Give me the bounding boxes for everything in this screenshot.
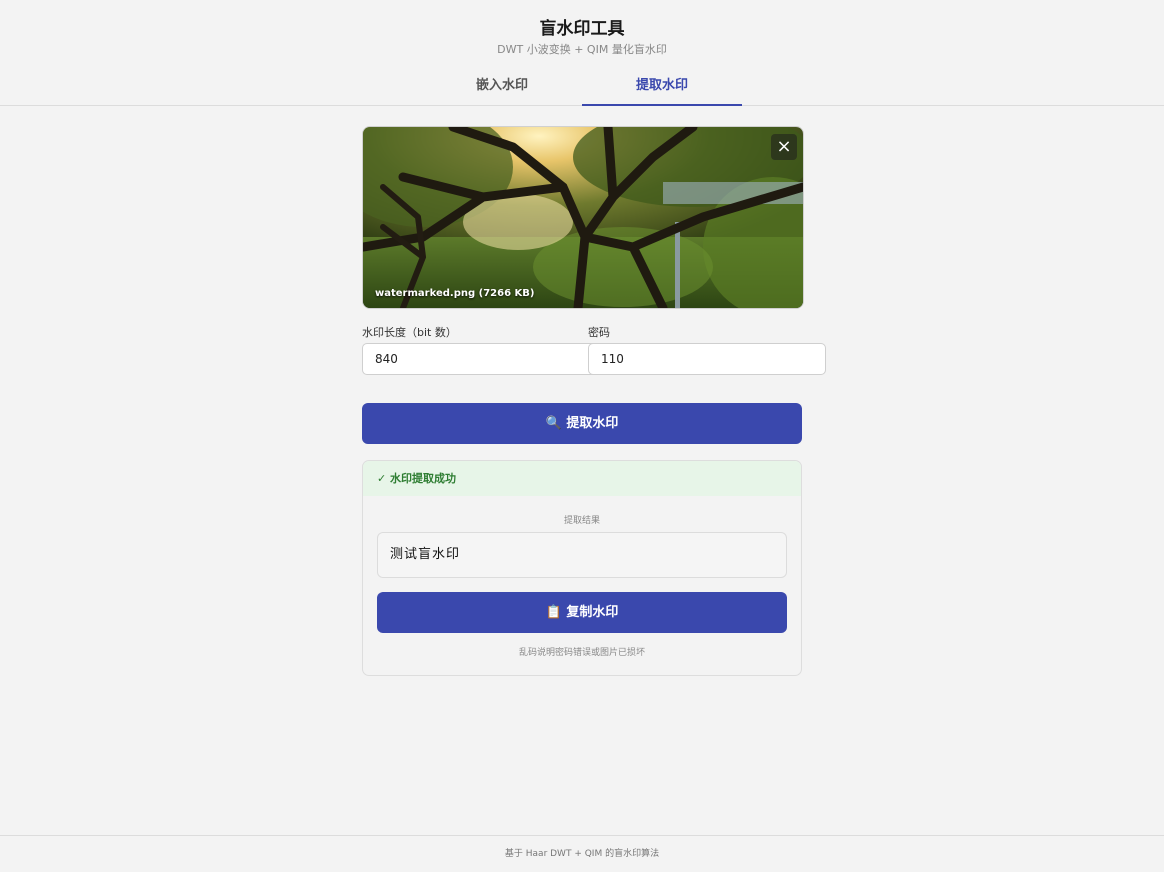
file-caption: watermarked.png (7266 KB)	[375, 288, 535, 299]
error-hint: 乱码说明密码错误或图片已损坏	[518, 648, 645, 658]
remove-image-button[interactable]: ×	[771, 134, 797, 160]
tab-bar: 嵌入水印 提取水印	[0, 66, 1164, 106]
clipboard-icon: 📋	[545, 605, 562, 620]
close-icon: ×	[776, 136, 792, 157]
copy-button-label: 复制水印	[566, 605, 619, 620]
result-card: ✓ 水印提取成功 提取结果 测试盲水印 📋 复制水印 乱码说明密码错误或图片已损…	[362, 460, 802, 676]
page-subtitle: DWT 小波变换 + QIM 量化盲水印	[497, 43, 667, 56]
magnifier-icon: 🔍	[545, 416, 562, 431]
extract-button[interactable]: 🔍 提取水印	[362, 403, 802, 444]
app-header: 盲水印工具 DWT 小波变换 + QIM 量化盲水印	[0, 0, 1164, 57]
tab-extract[interactable]: 提取水印	[582, 66, 742, 106]
password-label: 密码	[588, 326, 610, 339]
length-label: 水印长度（bit 数）	[362, 326, 457, 339]
preview-photo	[363, 127, 803, 308]
copy-watermark-button[interactable]: 📋 复制水印	[377, 592, 787, 633]
result-value[interactable]: 测试盲水印	[377, 532, 787, 578]
image-preview: × watermarked.png (7266 KB)	[362, 126, 804, 309]
page-title: 盲水印工具	[539, 19, 625, 39]
success-status: ✓ 水印提取成功	[363, 461, 801, 496]
password-input[interactable]: 110	[588, 343, 826, 375]
tab-embed[interactable]: 嵌入水印	[422, 66, 582, 104]
length-input[interactable]: 840	[362, 343, 600, 375]
footer: 基于 Haar DWT + QIM 的盲水印算法	[0, 835, 1164, 871]
extract-button-label: 提取水印	[566, 416, 619, 431]
result-label: 提取结果	[563, 516, 600, 526]
